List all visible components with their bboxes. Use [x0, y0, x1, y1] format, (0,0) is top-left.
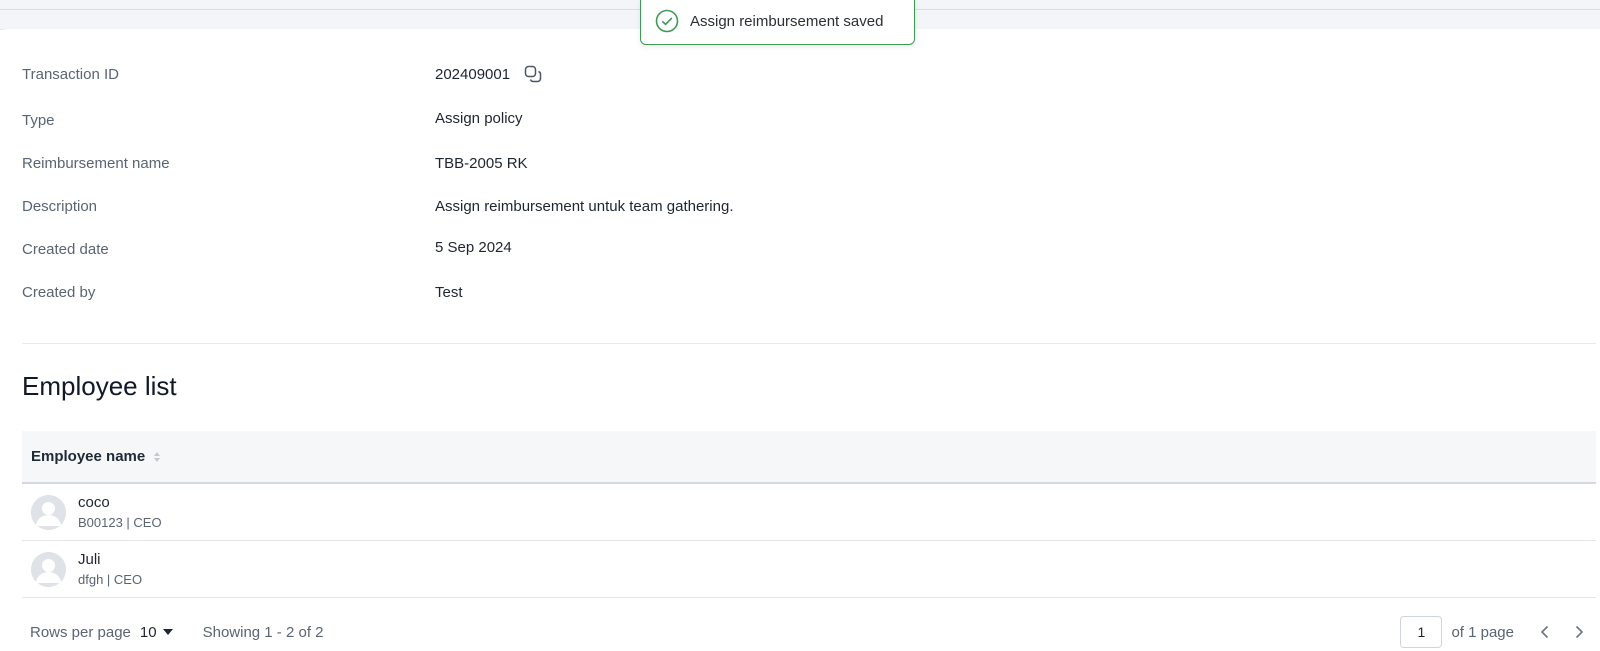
detail-row-description: Description Assign reimbursement untuk t… [22, 194, 1582, 218]
prev-page-button[interactable] [1528, 617, 1562, 647]
detail-row-created-by: Created by Test [22, 280, 1582, 304]
section-divider [22, 343, 1596, 344]
transaction-id-value: 202409001 [435, 65, 511, 83]
detail-label: Reimbursement name [22, 154, 170, 172]
detail-value: Test [435, 283, 463, 301]
table-row[interactable]: coco B00123 | CEO [22, 484, 1596, 541]
detail-label: Created date [22, 240, 109, 258]
avatar [31, 494, 66, 530]
employee-name: Juli [78, 551, 101, 568]
table-header: Employee name [22, 431, 1596, 484]
detail-row-type: Type Assign policy [22, 108, 1582, 132]
detail-row-created-date: Created date 5 Sep 2024 [22, 237, 1582, 261]
check-circle-icon [655, 9, 679, 33]
detail-value: 202409001 [435, 63, 544, 85]
rows-per-page-value: 10 [139, 623, 157, 641]
page-total: of 1 page [1451, 623, 1514, 641]
employee-info: Juli dfgh | CEO [78, 550, 142, 588]
employee-meta: B00123 | CEO [78, 515, 162, 530]
employee-name: coco [78, 494, 110, 511]
detail-value: Assign policy [435, 109, 523, 127]
next-page-button[interactable] [1562, 617, 1596, 647]
page-number-input[interactable] [1400, 616, 1443, 648]
caret-down-icon [162, 629, 173, 635]
detail-label: Created by [22, 283, 96, 301]
detail-label: Transaction ID [22, 65, 119, 83]
detail-row-transaction-id: Transaction ID 202409001 [22, 62, 1582, 86]
detail-value: Assign reimbursement untuk team gatherin… [435, 197, 734, 215]
detail-value: TBB-2005 RK [435, 154, 528, 172]
toast-notification: Assign reimbursement saved [640, 0, 915, 45]
employee-table: Employee name coco B00123 | CEO Juli dfg… [22, 431, 1596, 598]
avatar [31, 551, 66, 587]
showing-count: Showing 1 - 2 of 2 [202, 623, 324, 641]
toast-message: Assign reimbursement saved [690, 12, 884, 30]
copy-icon[interactable] [522, 63, 544, 85]
column-header-label: Employee name [31, 448, 146, 465]
employee-list-title: Employee list [22, 371, 177, 401]
detail-row-reimbursement-name: Reimbursement name TBB-2005 RK [22, 151, 1582, 175]
sort-icon[interactable] [153, 450, 161, 464]
detail-label: Description [22, 197, 98, 215]
rows-per-page-select[interactable]: 10 [140, 624, 173, 641]
detail-label: Type [22, 111, 55, 129]
column-header-employee-name[interactable]: Employee name [31, 448, 161, 465]
pagination-bar: Rows per page 10 Showing 1 - 2 of 2 of 1… [22, 615, 1596, 649]
detail-value: 5 Sep 2024 [435, 238, 512, 256]
rows-per-page-label: Rows per page [30, 623, 131, 641]
table-row[interactable]: Juli dfgh | CEO [22, 541, 1596, 598]
pager: of 1 page [1400, 616, 1596, 648]
employee-info: coco B00123 | CEO [78, 493, 162, 531]
employee-meta: dfgh | CEO [78, 572, 143, 587]
